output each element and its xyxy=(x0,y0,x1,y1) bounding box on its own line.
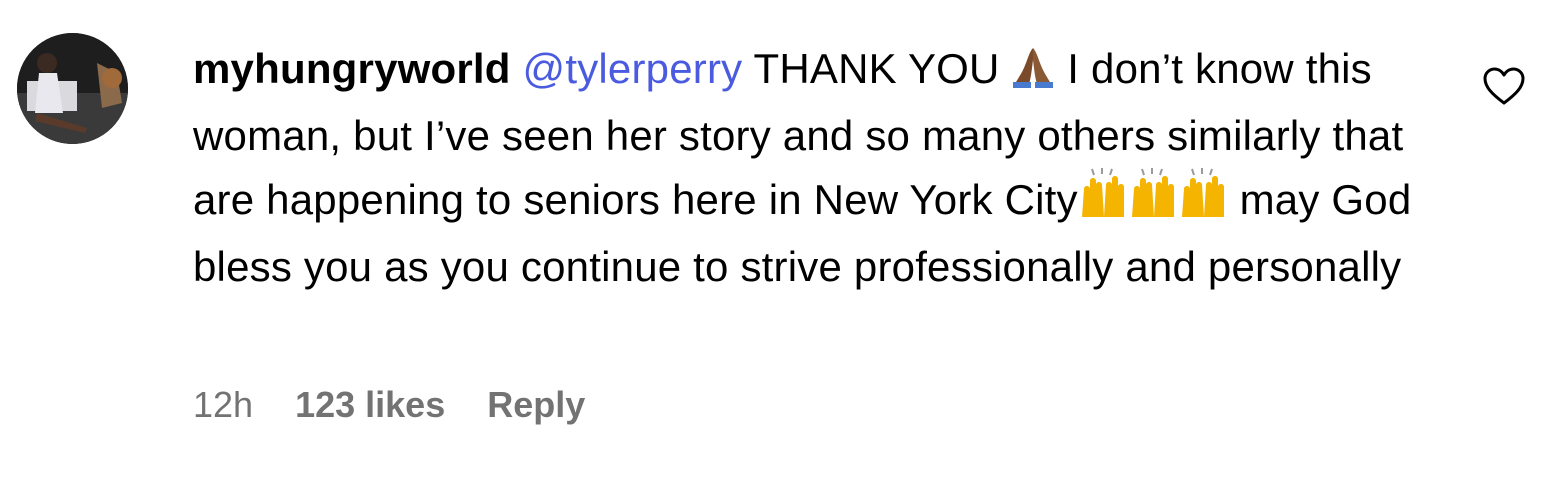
comment-item: myhungryworld @tylerperry THANK YOU I do… xyxy=(0,0,1547,479)
likes-count-button[interactable]: 123 likes xyxy=(295,384,445,426)
username-link[interactable]: myhungryworld xyxy=(193,45,511,92)
avatar[interactable] xyxy=(17,33,128,144)
comment-text-part-1: THANK YOU xyxy=(742,45,1012,92)
raising-hands-icon xyxy=(1078,167,1228,236)
mention-link[interactable]: @tylerperry xyxy=(523,45,743,92)
comment-text: myhungryworld @tylerperry THANK YOU I do… xyxy=(193,38,1433,298)
comment-meta: 12h 123 likes Reply xyxy=(193,384,585,426)
timestamp[interactable]: 12h xyxy=(193,384,253,426)
folded-hands-icon xyxy=(1011,43,1055,105)
reply-button[interactable]: Reply xyxy=(487,384,585,426)
like-heart-icon[interactable] xyxy=(1482,66,1526,106)
